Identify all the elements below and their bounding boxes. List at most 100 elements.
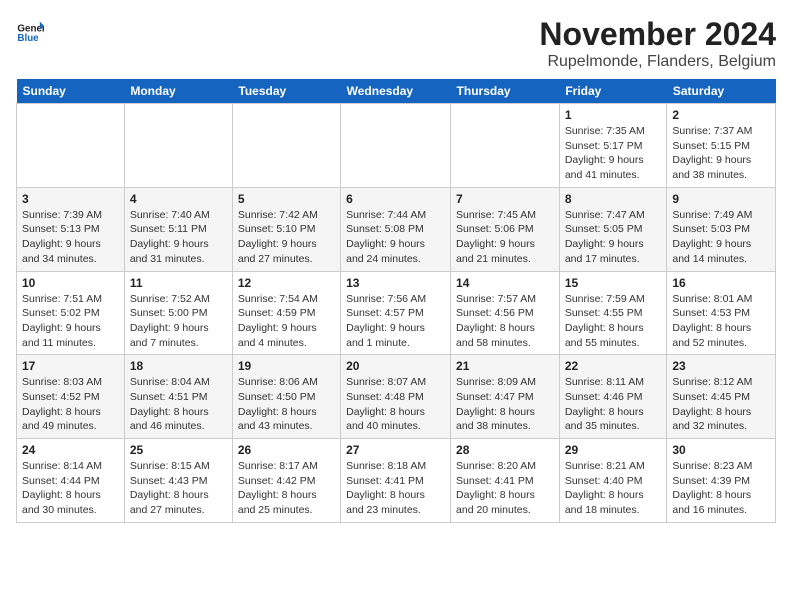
logo: General Blue: [16, 16, 44, 44]
table-row: 1 Sunrise: 7:35 AM Sunset: 5:17 PM Daylig…: [559, 104, 667, 188]
day-number: 22: [565, 359, 662, 373]
page-header: General Blue November 2024 Rupelmonde, F…: [16, 16, 776, 71]
day-number: 28: [456, 443, 554, 457]
calendar-week-row: 1 Sunrise: 7:35 AM Sunset: 5:17 PM Daylig…: [17, 104, 776, 188]
day-number: 25: [130, 443, 227, 457]
day-info: Sunrise: 8:18 AM Sunset: 4:41 PM Dayligh…: [346, 459, 445, 518]
day-number: 23: [672, 359, 770, 373]
day-number: 26: [238, 443, 335, 457]
table-row: [124, 104, 232, 188]
table-row: 9 Sunrise: 7:49 AM Sunset: 5:03 PM Daylig…: [667, 187, 776, 271]
table-row: 27Sunrise: 8:18 AM Sunset: 4:41 PM Dayli…: [341, 439, 451, 523]
day-info: Sunrise: 8:12 AM Sunset: 4:45 PM Dayligh…: [672, 375, 770, 434]
day-info: Sunrise: 8:23 AM Sunset: 4:39 PM Dayligh…: [672, 459, 770, 518]
day-info: Sunrise: 7:42 AM Sunset: 5:10 PM Dayligh…: [238, 208, 335, 267]
day-number: 19: [238, 359, 335, 373]
day-info: Sunrise: 7:59 AM Sunset: 4:55 PM Dayligh…: [565, 292, 662, 351]
day-number: 7: [456, 192, 554, 206]
day-number: 20: [346, 359, 445, 373]
header-friday: Friday: [559, 79, 667, 104]
day-number: 17: [22, 359, 119, 373]
table-row: 2 Sunrise: 7:37 AM Sunset: 5:15 PM Daylig…: [667, 104, 776, 188]
day-number: 9: [672, 192, 770, 206]
table-row: 14 Sunrise: 7:57 AM Sunset: 4:56 PM Dayli…: [451, 271, 560, 355]
day-info: Sunrise: 7:47 AM Sunset: 5:05 PM Dayligh…: [565, 208, 662, 267]
calendar-week-row: 17 Sunrise: 8:03 AM Sunset: 4:52 PM Dayli…: [17, 355, 776, 439]
day-number: 14: [456, 276, 554, 290]
day-info: Sunrise: 7:51 AM Sunset: 5:02 PM Dayligh…: [22, 292, 119, 351]
day-info: Sunrise: 7:35 AM Sunset: 5:17 PM Dayligh…: [565, 124, 662, 183]
header-tuesday: Tuesday: [232, 79, 340, 104]
table-row: 3Sunrise: 7:39 AM Sunset: 5:13 PM Daylig…: [17, 187, 125, 271]
day-number: 2: [672, 108, 770, 122]
header-monday: Monday: [124, 79, 232, 104]
day-info: Sunrise: 7:45 AM Sunset: 5:06 PM Dayligh…: [456, 208, 554, 267]
day-info: Sunrise: 8:20 AM Sunset: 4:41 PM Dayligh…: [456, 459, 554, 518]
day-info: Sunrise: 8:14 AM Sunset: 4:44 PM Dayligh…: [22, 459, 119, 518]
day-info: Sunrise: 8:01 AM Sunset: 4:53 PM Dayligh…: [672, 292, 770, 351]
day-number: 29: [565, 443, 662, 457]
table-row: 28 Sunrise: 8:20 AM Sunset: 4:41 PM Dayli…: [451, 439, 560, 523]
calendar-week-row: 24 Sunrise: 8:14 AM Sunset: 4:44 PM Dayli…: [17, 439, 776, 523]
day-number: 15: [565, 276, 662, 290]
header-thursday: Thursday: [451, 79, 560, 104]
table-row: 16 Sunrise: 8:01 AM Sunset: 4:53 PM Dayli…: [667, 271, 776, 355]
page-subtitle: Rupelmonde, Flanders, Belgium: [539, 53, 776, 71]
table-row: 24 Sunrise: 8:14 AM Sunset: 4:44 PM Dayli…: [17, 439, 125, 523]
day-info: Sunrise: 8:04 AM Sunset: 4:51 PM Dayligh…: [130, 375, 227, 434]
table-row: [232, 104, 340, 188]
table-row: 23 Sunrise: 8:12 AM Sunset: 4:45 PM Dayli…: [667, 355, 776, 439]
title-block: November 2024 Rupelmonde, Flanders, Belg…: [539, 16, 776, 71]
table-row: 17 Sunrise: 8:03 AM Sunset: 4:52 PM Dayli…: [17, 355, 125, 439]
table-row: 10 Sunrise: 7:51 AM Sunset: 5:02 PM Dayli…: [17, 271, 125, 355]
day-number: 6: [346, 192, 445, 206]
table-row: 4 Sunrise: 7:40 AM Sunset: 5:11 PM Daylig…: [124, 187, 232, 271]
day-number: 8: [565, 192, 662, 206]
header-sunday: Sunday: [17, 79, 125, 104]
day-number: 18: [130, 359, 227, 373]
day-info: Sunrise: 8:03 AM Sunset: 4:52 PM Dayligh…: [22, 375, 119, 434]
day-number: 10: [22, 276, 119, 290]
logo-icon: General Blue: [16, 16, 44, 44]
table-row: 12Sunrise: 7:54 AM Sunset: 4:59 PM Dayli…: [232, 271, 340, 355]
table-row: 30 Sunrise: 8:23 AM Sunset: 4:39 PM Dayli…: [667, 439, 776, 523]
table-row: 29Sunrise: 8:21 AM Sunset: 4:40 PM Dayli…: [559, 439, 667, 523]
table-row: 6 Sunrise: 7:44 AM Sunset: 5:08 PM Daylig…: [341, 187, 451, 271]
day-number: 24: [22, 443, 119, 457]
day-info: Sunrise: 7:39 AM Sunset: 5:13 PM Dayligh…: [22, 208, 119, 267]
header-saturday: Saturday: [667, 79, 776, 104]
table-row: 7 Sunrise: 7:45 AM Sunset: 5:06 PM Daylig…: [451, 187, 560, 271]
table-row: 13 Sunrise: 7:56 AM Sunset: 4:57 PM Dayli…: [341, 271, 451, 355]
day-info: Sunrise: 7:57 AM Sunset: 4:56 PM Dayligh…: [456, 292, 554, 351]
svg-text:Blue: Blue: [17, 33, 39, 44]
table-row: 22 Sunrise: 8:11 AM Sunset: 4:46 PM Dayli…: [559, 355, 667, 439]
day-number: 4: [130, 192, 227, 206]
day-info: Sunrise: 7:56 AM Sunset: 4:57 PM Dayligh…: [346, 292, 445, 351]
day-info: Sunrise: 8:11 AM Sunset: 4:46 PM Dayligh…: [565, 375, 662, 434]
table-row: 25Sunrise: 8:15 AM Sunset: 4:43 PM Dayli…: [124, 439, 232, 523]
day-number: 30: [672, 443, 770, 457]
calendar-header-row: Sunday Monday Tuesday Wednesday Thursday…: [17, 79, 776, 104]
day-info: Sunrise: 7:49 AM Sunset: 5:03 PM Dayligh…: [672, 208, 770, 267]
header-wednesday: Wednesday: [341, 79, 451, 104]
day-number: 12: [238, 276, 335, 290]
day-number: 16: [672, 276, 770, 290]
page-title: November 2024: [539, 16, 776, 53]
day-info: Sunrise: 7:40 AM Sunset: 5:11 PM Dayligh…: [130, 208, 227, 267]
day-number: 1: [565, 108, 662, 122]
day-info: Sunrise: 8:17 AM Sunset: 4:42 PM Dayligh…: [238, 459, 335, 518]
calendar-week-row: 10 Sunrise: 7:51 AM Sunset: 5:02 PM Dayli…: [17, 271, 776, 355]
day-number: 11: [130, 276, 227, 290]
table-row: [451, 104, 560, 188]
day-info: Sunrise: 7:37 AM Sunset: 5:15 PM Dayligh…: [672, 124, 770, 183]
day-number: 13: [346, 276, 445, 290]
table-row: [341, 104, 451, 188]
day-number: 21: [456, 359, 554, 373]
day-info: Sunrise: 7:44 AM Sunset: 5:08 PM Dayligh…: [346, 208, 445, 267]
day-number: 5: [238, 192, 335, 206]
table-row: 19 Sunrise: 8:06 AM Sunset: 4:50 PM Dayli…: [232, 355, 340, 439]
table-row: 15 Sunrise: 7:59 AM Sunset: 4:55 PM Dayli…: [559, 271, 667, 355]
calendar-table: Sunday Monday Tuesday Wednesday Thursday…: [16, 79, 776, 523]
table-row: 26 Sunrise: 8:17 AM Sunset: 4:42 PM Dayli…: [232, 439, 340, 523]
day-info: Sunrise: 8:06 AM Sunset: 4:50 PM Dayligh…: [238, 375, 335, 434]
